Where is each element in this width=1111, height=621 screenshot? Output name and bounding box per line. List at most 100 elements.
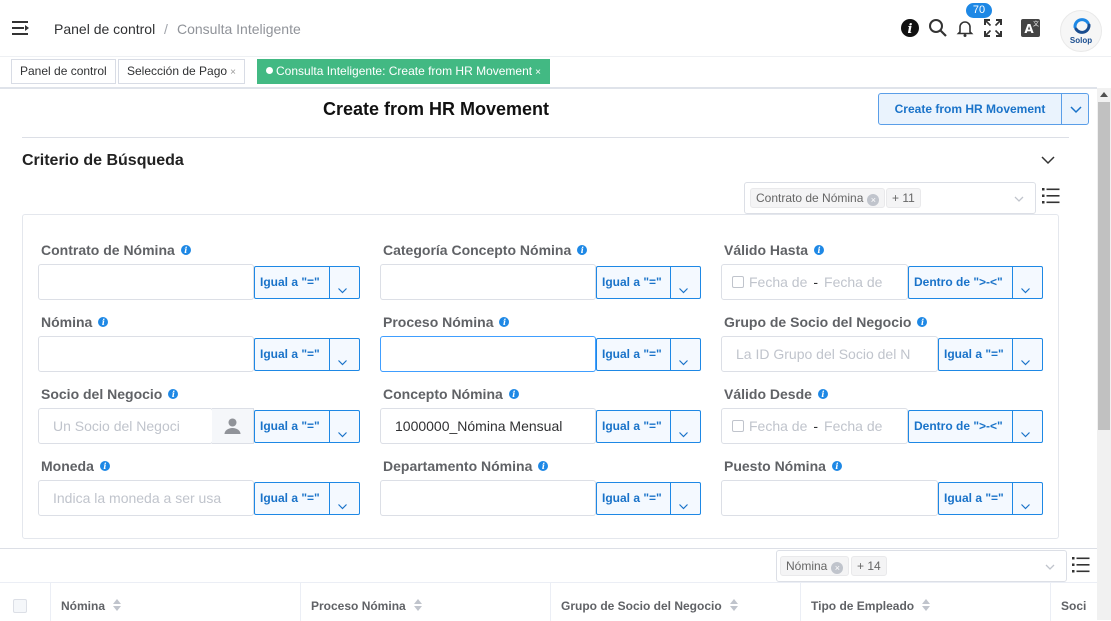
departamento-nomina-input[interactable] (380, 480, 596, 516)
column-header-tipo-empleado[interactable]: Tipo de Empleado (800, 583, 1050, 621)
valido-hasta-range[interactable]: Fecha de - Fecha de (721, 264, 908, 300)
label-socio-negocio: Socio del Negocio i (41, 386, 179, 402)
valido-desde-range[interactable]: Fecha de - Fecha de (721, 408, 908, 444)
table-columns-selector[interactable]: Nómina × + 14 (776, 550, 1067, 582)
action-button-label[interactable]: Create from HR Movement (879, 94, 1061, 124)
user-avatar-logo[interactable]: Solop (1060, 10, 1102, 52)
breadcrumb-home[interactable]: Panel de control (54, 21, 155, 37)
list-settings-icon[interactable] (1072, 556, 1090, 574)
label-grupo-socio: Grupo de Socio del Negocio i (724, 314, 928, 330)
breadcrumb-current: Consulta Inteligente (177, 21, 301, 37)
contrato-nomina-input[interactable] (38, 264, 254, 300)
categoria-operator-select[interactable]: Igual a "=" (596, 266, 701, 299)
grupo-socio-input[interactable]: La ID Grupo del Socio del N (721, 336, 938, 372)
person-lookup-icon[interactable] (212, 408, 254, 444)
column-header-proceso-nomina[interactable]: Proceso Nómina (300, 583, 550, 621)
info-icon[interactable]: i (577, 245, 588, 255)
info-icon[interactable]: i (917, 317, 928, 327)
label-moneda: Moneda i (41, 458, 110, 474)
column-header-socio[interactable]: Soci (1050, 583, 1097, 621)
tab-close-icon[interactable]: × (535, 67, 541, 78)
categoria-concepto-input[interactable] (380, 264, 596, 300)
valido-desde-operator-select[interactable]: Dentro de ">-<" (908, 410, 1043, 443)
language-icon[interactable]: A文 (1021, 18, 1041, 38)
collapse-chevron-icon[interactable] (1040, 152, 1056, 168)
contrato-operator-select[interactable]: Igual a "=" (254, 266, 360, 299)
info-icon[interactable]: i (814, 245, 825, 255)
info-icon[interactable]: i (508, 389, 519, 399)
field-chip-more: + 11 (886, 188, 921, 208)
sort-icon[interactable] (413, 599, 423, 611)
chevron-down-icon[interactable] (1044, 560, 1056, 572)
info-icon[interactable]: i (900, 18, 920, 38)
chip-close-icon[interactable]: × (831, 562, 844, 574)
info-icon[interactable]: i (817, 389, 828, 399)
nomina-input[interactable] (38, 336, 254, 372)
tabs-divider (0, 87, 1097, 89)
field-chip: Contrato de Nómina × (750, 188, 886, 208)
list-settings-icon[interactable] (1042, 187, 1060, 205)
label-valido-hasta: Válido Hasta i (724, 242, 825, 258)
column-header-nomina[interactable]: Nómina (50, 583, 300, 621)
select-all-checkbox[interactable] (13, 599, 27, 613)
hamburger-menu-icon[interactable] (12, 20, 29, 36)
svg-text:i: i (908, 22, 913, 37)
socio-operator-select[interactable]: Igual a "=" (254, 410, 360, 443)
puesto-operator-select[interactable]: Igual a "=" (938, 482, 1043, 515)
table-header: Nómina Proceso Nómina Grupo de Socio del… (0, 582, 1097, 621)
info-icon[interactable]: i (538, 461, 549, 471)
label-valido-desde: Válido Desde i (724, 386, 828, 402)
nomina-operator-select[interactable]: Igual a "=" (254, 338, 360, 371)
valido-hasta-operator-select[interactable]: Dentro de ">-<" (908, 266, 1043, 299)
logo-text: Solop (1069, 36, 1093, 45)
column-chip-label: Nómina (786, 559, 828, 573)
info-icon[interactable]: i (99, 461, 110, 471)
label-concepto-nomina: Concepto Nómina i (383, 386, 519, 402)
chevron-down-icon[interactable] (1069, 102, 1083, 116)
label-puesto-nomina: Puesto Nómina i (724, 458, 842, 474)
sort-icon[interactable] (113, 599, 122, 611)
tab-consulta-inteligente[interactable]: Consulta Inteligente: Create from HR Mov… (257, 59, 550, 84)
bell-icon[interactable] (955, 18, 975, 38)
moneda-operator-select[interactable]: Igual a "=" (254, 482, 360, 515)
label-departamento-nomina: Departamento Nómina i (383, 458, 549, 474)
concepto-operator-select[interactable]: Igual a "=" (596, 410, 701, 443)
svg-text:文: 文 (1033, 20, 1039, 28)
socio-negocio-input[interactable]: Un Socio del Negoci (38, 408, 213, 444)
scrollbar-thumb[interactable] (1098, 102, 1110, 430)
tab-label: Selección de Pago (127, 64, 228, 78)
moneda-input[interactable]: Indica la moneda a ser usa (38, 480, 254, 516)
tab-panel-de-control[interactable]: Panel de control (11, 59, 116, 84)
sort-icon[interactable] (922, 599, 931, 611)
calendar-icon (732, 420, 744, 432)
scroll-up-arrow-icon[interactable] (1100, 92, 1108, 97)
search-fields-selector[interactable]: Contrato de Nómina × + 11 (744, 182, 1036, 214)
tab-label: Consulta Inteligente: Create from HR Mov… (276, 64, 533, 78)
top-navbar: Panel de control / Consulta Inteligente … (0, 0, 1111, 57)
tab-close-icon[interactable]: × (230, 67, 236, 78)
puesto-nomina-input[interactable] (721, 480, 938, 516)
sort-icon[interactable] (729, 599, 739, 611)
tab-seleccion-de-pago[interactable]: Selección de Pago × (118, 59, 245, 84)
active-dot-icon (266, 67, 273, 74)
search-icon[interactable] (928, 18, 948, 38)
proceso-operator-select[interactable]: Igual a "=" (596, 338, 701, 371)
info-icon[interactable]: i (98, 317, 109, 327)
info-icon[interactable]: i (168, 389, 179, 399)
column-header-grupo-socio[interactable]: Grupo de Socio del Negocio (550, 583, 800, 621)
info-icon[interactable]: i (499, 317, 510, 327)
grupo-socio-operator-select[interactable]: Igual a "=" (938, 338, 1043, 371)
info-icon[interactable]: i (831, 461, 842, 471)
info-icon[interactable]: i (180, 245, 191, 255)
label-contrato-nomina: Contrato de Nómina i (41, 242, 191, 258)
fullscreen-icon[interactable] (983, 18, 1003, 38)
label-nomina: Nómina i (41, 314, 109, 330)
create-from-hr-movement-button[interactable]: Create from HR Movement (878, 93, 1089, 125)
concepto-nomina-input[interactable]: 1000000_Nómina Mensual (380, 408, 596, 444)
chevron-down-icon[interactable] (1013, 192, 1025, 204)
chip-close-icon[interactable]: × (867, 194, 880, 206)
page-title: Create from HR Movement (323, 99, 550, 119)
proceso-nomina-input[interactable] (380, 336, 596, 372)
departamento-operator-select[interactable]: Igual a "=" (596, 482, 701, 515)
divider (0, 548, 1097, 549)
